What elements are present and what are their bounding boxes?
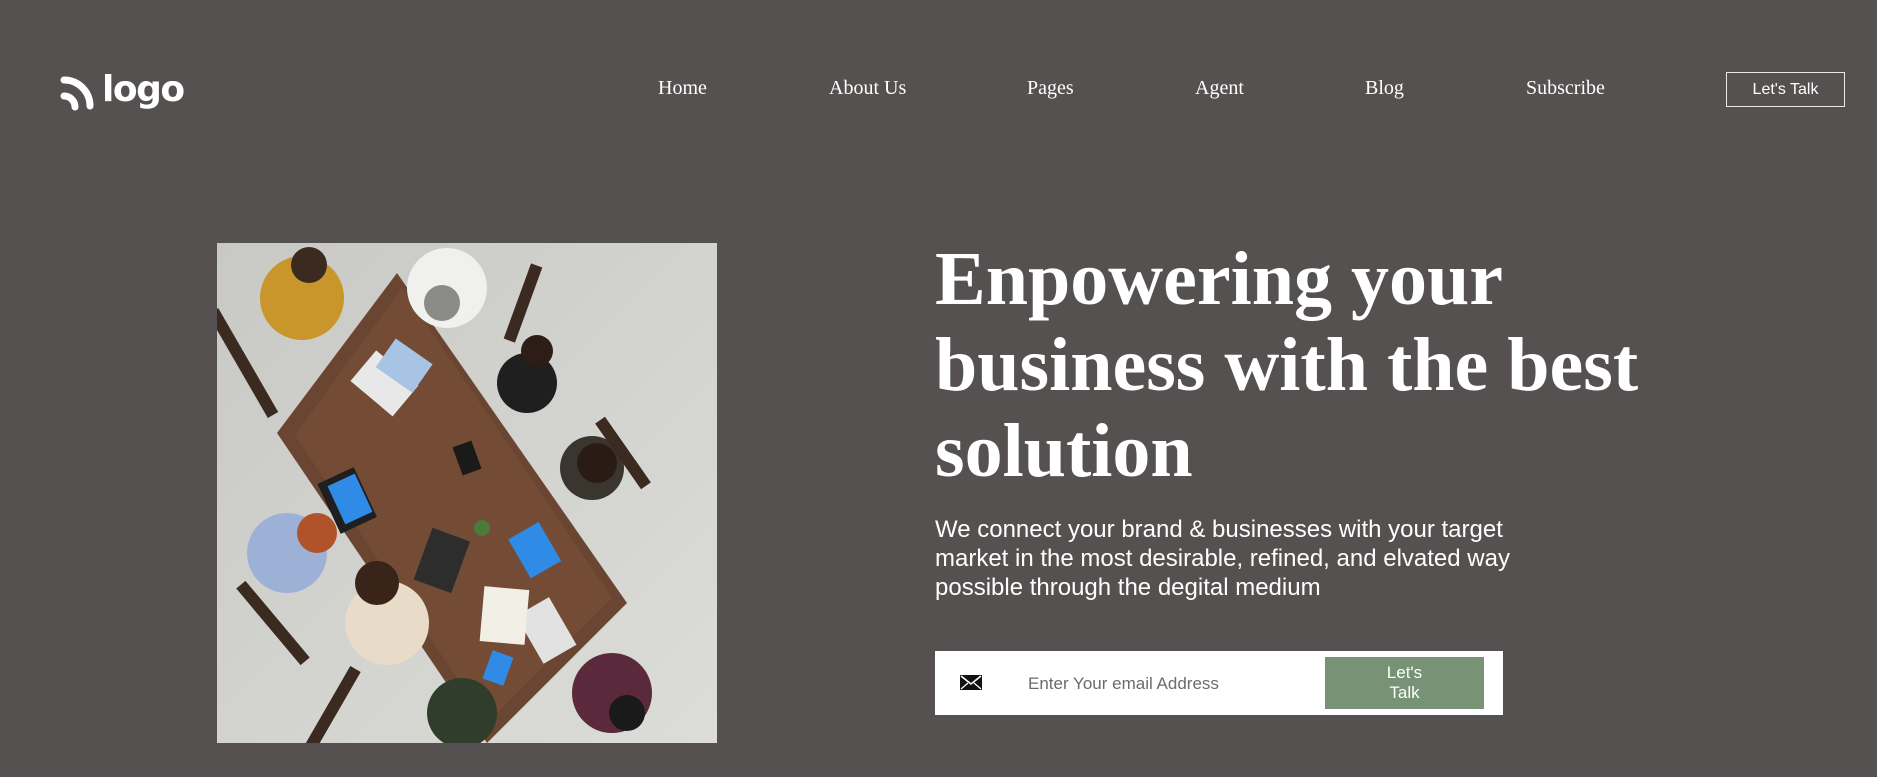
nav-item-pages[interactable]: Pages (1027, 77, 1074, 100)
nav-item-about-us[interactable]: About Us (829, 77, 906, 100)
email-input[interactable] (1026, 665, 1330, 703)
email-submit-button[interactable]: Let's Talk (1325, 657, 1484, 709)
nav-item-subscribe[interactable]: Subscribe (1526, 77, 1605, 100)
hero-subtext: We connect your brand & businesses with … (935, 516, 1510, 601)
nav-item-agent[interactable]: Agent (1195, 77, 1244, 100)
email-signup-form: Let's Talk (935, 651, 1503, 715)
hero-section: logo Home About Us Pages Agent Blog Subs… (0, 0, 1877, 777)
envelope-icon (960, 675, 982, 690)
nav-item-home[interactable]: Home (658, 77, 707, 100)
team-meeting-photo (217, 243, 717, 743)
nav-item-blog[interactable]: Blog (1365, 77, 1404, 100)
lets-talk-button[interactable]: Let's Talk (1726, 72, 1845, 107)
hero-headline: Enpowering your business with the best s… (935, 237, 1639, 493)
main-nav: Home About Us Pages Agent Blog Subscribe (0, 77, 1877, 107)
